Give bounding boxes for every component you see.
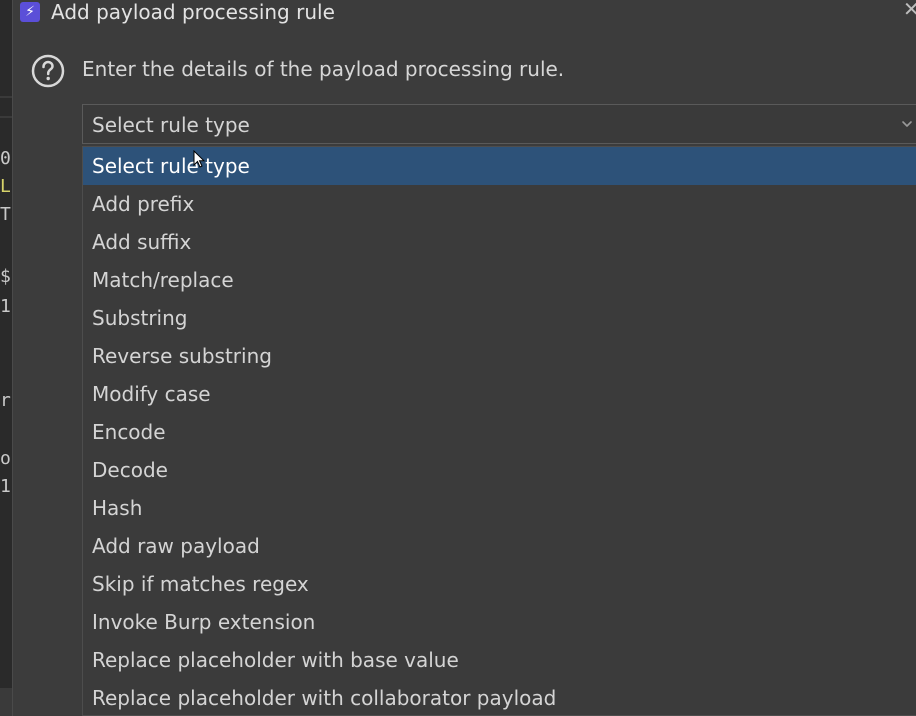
help-question-icon (31, 54, 65, 88)
background-code-line: $ (0, 266, 11, 287)
rule-type-option-encode[interactable]: Encode (83, 413, 916, 451)
add-payload-processing-rule-dialog: ⚡ Add payload processing rule ✕ Enter th… (12, 0, 916, 716)
rule-type-option-add-suffix[interactable]: Add suffix (83, 223, 916, 261)
rule-type-option-invoke-burp-extension[interactable]: Invoke Burp extension (83, 603, 916, 641)
rule-type-option-match-replace[interactable]: Match/replace (83, 261, 916, 299)
rule-type-option-reverse-substring[interactable]: Reverse substring (83, 337, 916, 375)
background-code-line: L (0, 176, 11, 197)
rule-type-option-replace-placeholder-collaborator-payload[interactable]: Replace placeholder with collaborator pa… (83, 679, 916, 715)
dialog-title: Add payload processing rule (51, 0, 335, 24)
background-code-line: o (0, 448, 11, 469)
mouse-pointer-icon (193, 150, 205, 168)
rule-type-option-replace-placeholder-base-value[interactable]: Replace placeholder with base value (83, 641, 916, 679)
rule-type-option-select-rule-type[interactable]: Select rule type (83, 147, 916, 185)
rule-type-option-substring[interactable]: Substring (83, 299, 916, 337)
background-divider (0, 116, 12, 118)
burp-app-icon: ⚡ (20, 2, 40, 22)
rule-type-option-hash[interactable]: Hash (83, 489, 916, 527)
rule-type-option-add-raw-payload[interactable]: Add raw payload (83, 527, 916, 565)
rule-type-option-add-prefix[interactable]: Add prefix (83, 185, 916, 223)
background-code-line: 1 (0, 296, 11, 317)
background-code-line: 0 (0, 148, 11, 169)
background-code-line: r (0, 390, 11, 411)
background-divider (0, 96, 12, 98)
dialog-prompt: Enter the details of the payload process… (82, 57, 565, 81)
rule-type-option-modify-case[interactable]: Modify case (83, 375, 916, 413)
rule-type-select[interactable]: Select rule type (82, 104, 916, 144)
close-icon[interactable]: ✕ (903, 0, 916, 20)
rule-type-option-decode[interactable]: Decode (83, 451, 916, 489)
chevron-down-icon[interactable] (900, 117, 914, 131)
dialog-titlebar[interactable]: ⚡ Add payload processing rule ✕ (13, 0, 916, 26)
rule-type-option-skip-if-matches-regex[interactable]: Skip if matches regex (83, 565, 916, 603)
rule-type-dropdown-list: Select rule type Add prefix Add suffix M… (82, 146, 916, 716)
background-code-line: T (0, 204, 11, 225)
rule-type-select-value: Select rule type (92, 113, 250, 137)
